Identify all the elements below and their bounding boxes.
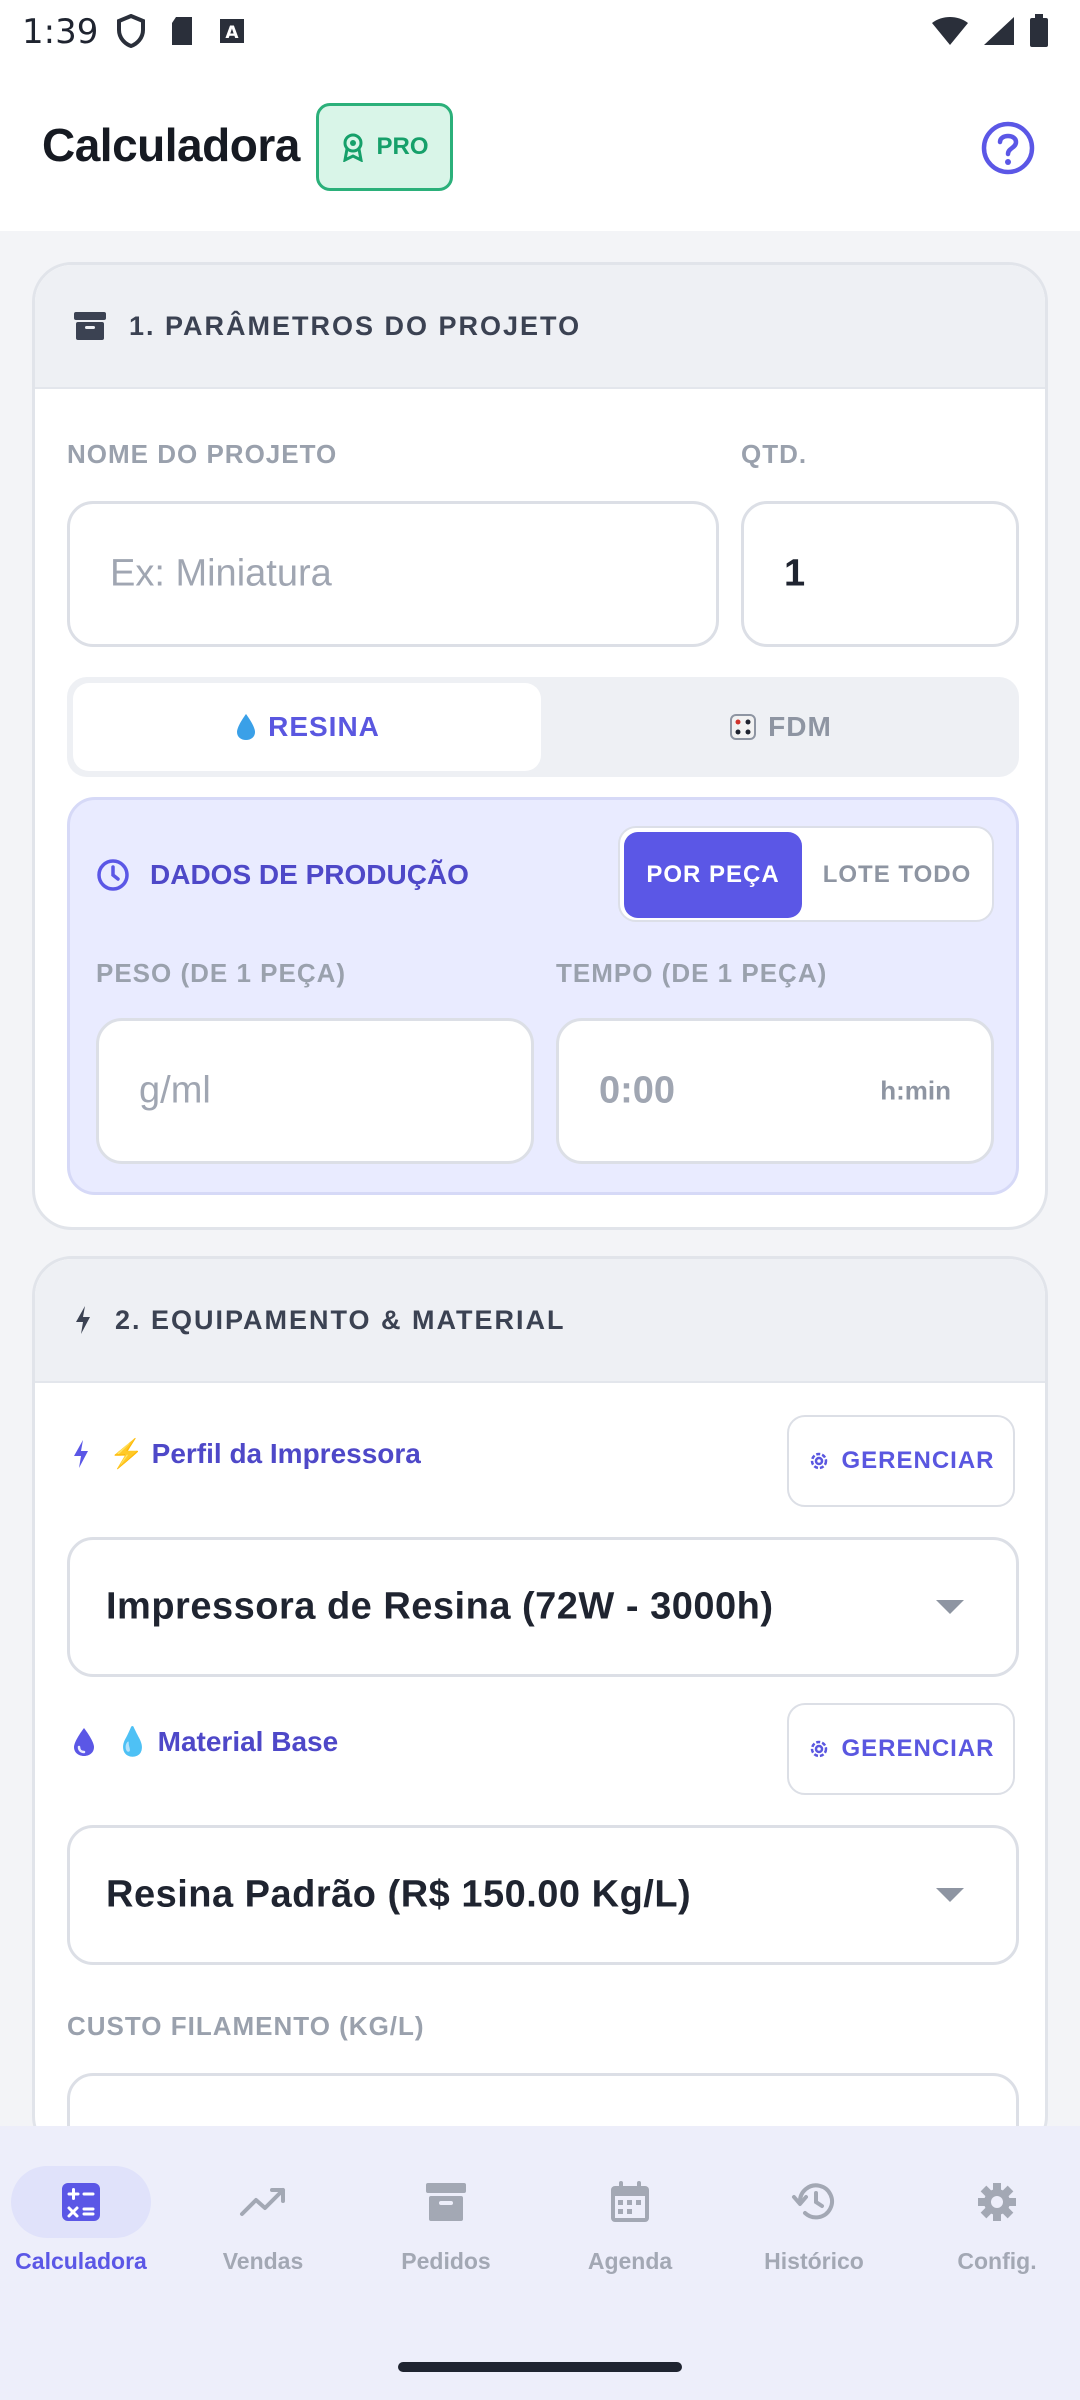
time-suffix: h:min	[880, 1075, 951, 1106]
nav-label: Histórico	[764, 2248, 864, 2274]
nav-historico[interactable]: Histórico	[729, 2166, 899, 2275]
manage-printers-button[interactable]: GERENCIAR	[787, 1415, 1015, 1507]
archive-icon	[74, 312, 106, 340]
printer-select-value: Impressora de Resina (72W - 3000h)	[106, 1585, 774, 1628]
trending-up-icon	[193, 2166, 333, 2238]
card-title: 2. EQUIPAMENTO & MATERIAL	[115, 1304, 566, 1335]
tab-fdm-label: FDM	[768, 711, 832, 742]
page-title: Calculadora	[42, 119, 300, 171]
card-header: 1. PARÂMETROS DO PROJETO	[35, 265, 1045, 389]
droplet-icon	[74, 1727, 94, 1756]
chevron-down-icon	[936, 1600, 964, 1614]
nav-vendas[interactable]: Vendas	[178, 2166, 348, 2275]
qty-label: QTD.	[741, 439, 808, 469]
filament-cost-label: CUSTO FILAMENTO (KG/L)	[67, 2011, 425, 2041]
nav-config[interactable]: Config.	[912, 2166, 1080, 2275]
manage-materials-button[interactable]: GERENCIAR	[787, 1703, 1015, 1795]
card-header: 2. EQUIPAMENTO & MATERIAL	[35, 1259, 1045, 1383]
material-base-label: 💧 Material Base	[71, 1725, 338, 1758]
tab-resina[interactable]: RESINA	[73, 683, 541, 771]
whole-batch-button[interactable]: LOTE TODO	[804, 832, 990, 918]
gear-icon	[927, 2166, 1067, 2238]
weight-label: PESO (DE 1 PEÇA)	[96, 958, 347, 988]
printer-profile-label: ⚡ Perfil da Impressora	[71, 1437, 421, 1470]
material-base-text: 💧 Material Base	[115, 1726, 339, 1757]
wifi-icon	[932, 17, 968, 45]
production-data-panel: DADOS DE PRODUÇÃO POR PEÇA LOTE TODO PES…	[67, 797, 1019, 1195]
time-label: TEMPO (DE 1 PEÇA)	[556, 958, 828, 988]
production-title-label: DADOS DE PRODUÇÃO	[150, 859, 469, 890]
qty-input[interactable]: 1	[741, 501, 1019, 647]
project-parameters-card: 1. PARÂMETROS DO PROJETO NOME DO PROJETO…	[32, 262, 1048, 1230]
production-title: DADOS DE PRODUÇÃO	[96, 858, 469, 892]
project-name-placeholder: Ex: Miniatura	[110, 552, 332, 595]
per-piece-button[interactable]: POR PEÇA	[624, 832, 802, 918]
shield-icon	[117, 14, 145, 48]
app-bar: Calculadora PRO	[0, 66, 1080, 231]
svg-text:A: A	[225, 23, 239, 43]
droplet-icon	[237, 714, 256, 740]
nav-label: Calculadora	[15, 2248, 147, 2274]
signal-icon	[984, 17, 1014, 45]
calendar-icon	[560, 2166, 700, 2238]
weight-input[interactable]: g/ml	[96, 1018, 534, 1164]
tab-fdm[interactable]: FDM	[547, 683, 1013, 771]
time-placeholder: 0:00	[599, 1069, 676, 1112]
bolt-icon	[74, 1439, 88, 1468]
history-icon	[744, 2166, 884, 2238]
nav-label: Agenda	[587, 2248, 673, 2274]
award-icon	[343, 133, 364, 162]
gear-icon	[811, 1740, 828, 1758]
help-icon[interactable]	[980, 120, 1036, 176]
chevron-down-icon	[936, 1888, 964, 1902]
home-indicator[interactable]	[398, 2362, 682, 2372]
project-name-label: NOME DO PROJETO	[67, 439, 338, 469]
bottom-navigation: Calculadora Vendas Pedidos Agenda Histór…	[0, 2126, 1080, 2400]
printer-profile-text: ⚡ Perfil da Impressora	[109, 1438, 421, 1469]
printer-select[interactable]: Impressora de Resina (72W - 3000h)	[67, 1537, 1019, 1677]
time-input[interactable]: 0:00 h:min	[556, 1018, 994, 1164]
bolt-icon	[76, 1306, 90, 1334]
clock-icon	[97, 859, 129, 891]
nav-label: Pedidos	[401, 2248, 491, 2274]
calculator-icon	[11, 2166, 151, 2238]
battery-icon	[1030, 14, 1048, 47]
status-bar: 1:39 A	[0, 0, 1080, 66]
nav-agenda[interactable]: Agenda	[545, 2166, 715, 2275]
project-name-input[interactable]: Ex: Miniatura	[67, 501, 719, 647]
material-select[interactable]: Resina Padrão (R$ 150.00 Kg/L)	[67, 1825, 1019, 1965]
manage-materials-label: GERENCIAR	[841, 1735, 995, 1762]
material-type-tabs: RESINA FDM	[67, 677, 1019, 777]
pro-badge-label: PRO	[376, 133, 429, 160]
gear-icon	[811, 1452, 828, 1470]
material-select-value: Resina Padrão (R$ 150.00 Kg/L)	[106, 1873, 692, 1916]
nav-label: Config.	[957, 2248, 1037, 2274]
manage-printers-label: GERENCIAR	[841, 1447, 995, 1474]
nav-calculadora[interactable]: Calculadora	[0, 2166, 166, 2275]
unit-mode-toggle: POR PEÇA LOTE TODO	[618, 826, 994, 922]
nav-pedidos[interactable]: Pedidos	[361, 2166, 531, 2275]
equipment-material-card: 2. EQUIPAMENTO & MATERIAL ⚡ Perfil da Im…	[32, 1256, 1048, 2156]
archive-icon	[376, 2166, 516, 2238]
dice-icon	[730, 714, 757, 740]
status-time: 1:39	[22, 12, 99, 52]
tab-resina-label: RESINA	[268, 711, 380, 742]
sd-card-icon	[172, 17, 192, 45]
font-a-icon: A	[220, 19, 244, 43]
weight-placeholder: g/ml	[139, 1069, 211, 1112]
card-title: 1. PARÂMETROS DO PROJETO	[129, 310, 582, 341]
qty-value: 1	[784, 552, 806, 595]
pro-badge: PRO	[316, 103, 453, 191]
nav-label: Vendas	[222, 2248, 304, 2274]
